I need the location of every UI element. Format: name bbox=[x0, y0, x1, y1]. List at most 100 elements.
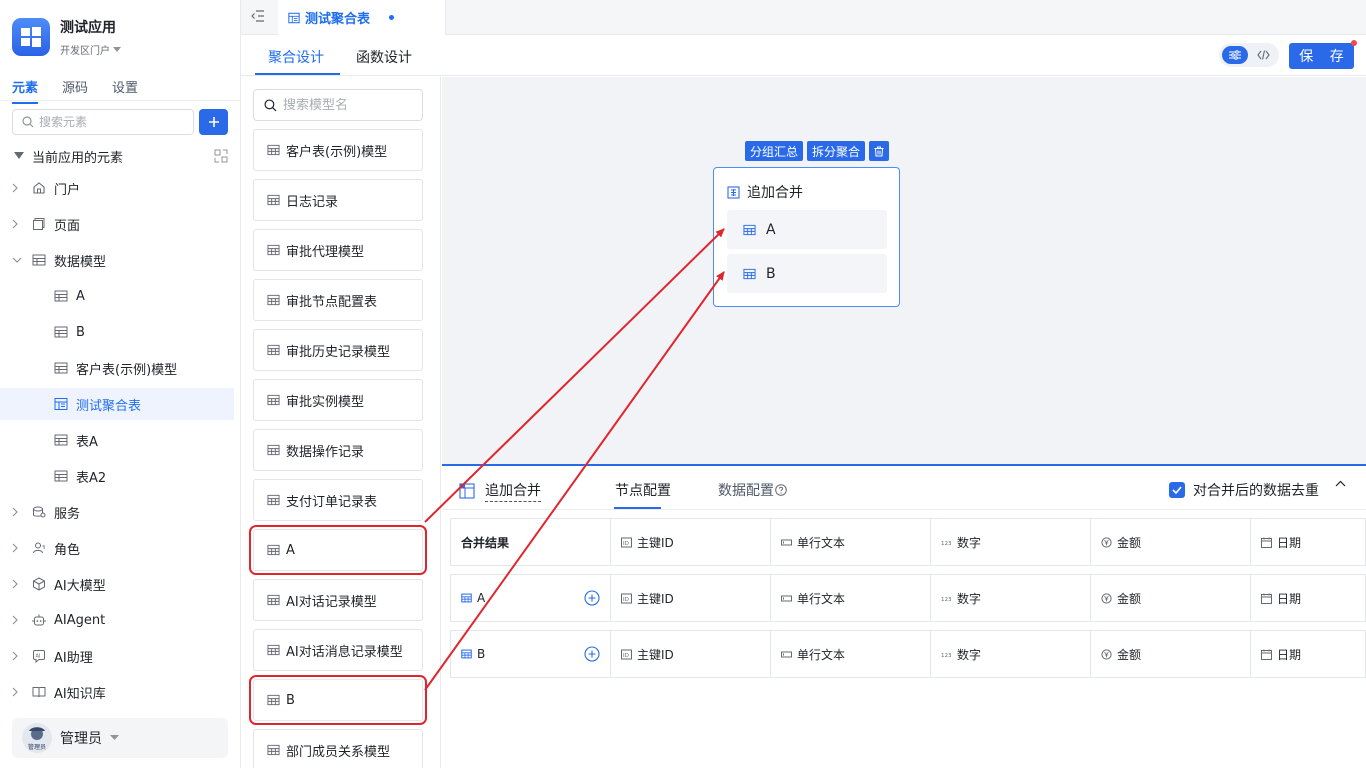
model-card[interactable]: 数据操作记录 bbox=[253, 429, 423, 471]
append-merge-node[interactable]: 追加合并 A B bbox=[713, 167, 900, 307]
model-list-panel: 客户表(示例)模型日志记录审批代理模型审批节点配置表审批历史记录模型审批实例模型… bbox=[241, 77, 441, 768]
svg-text:123: 123 bbox=[941, 597, 952, 603]
table-icon bbox=[267, 694, 280, 706]
field-cell[interactable]: 单行文本 bbox=[771, 631, 931, 677]
sidebar-item-label: 角色 bbox=[54, 542, 81, 558]
split-aggregate-button[interactable]: 拆分聚合 bbox=[807, 141, 866, 161]
field-cell[interactable]: 123 数字 bbox=[931, 575, 1091, 621]
group-summary-button[interactable]: 分组汇总 bbox=[745, 141, 804, 161]
row-label: 合并结果 bbox=[461, 535, 510, 550]
row-label: A bbox=[477, 591, 486, 605]
field-cell[interactable]: ID 主键ID bbox=[611, 519, 771, 565]
table-icon bbox=[461, 649, 472, 659]
sidebar-item-ai-knowledge[interactable]: AI知识库 bbox=[12, 676, 234, 708]
field-cell[interactable]: 金额 bbox=[1091, 519, 1251, 565]
sidebar-item-table-a[interactable]: 表A bbox=[12, 424, 234, 456]
model-card-label: AI对话记录模型 bbox=[286, 594, 377, 610]
model-search-input[interactable] bbox=[283, 97, 413, 113]
delete-node-button[interactable] bbox=[869, 141, 890, 161]
source-b-row: B ID 主键ID 单行文本 123 数字 金额 日期 bbox=[450, 630, 1366, 678]
config-title-label[interactable]: 追加合并 bbox=[485, 480, 541, 502]
sidebar-item-data-models[interactable]: 数据模型 bbox=[12, 244, 234, 276]
field-cell[interactable]: 单行文本 bbox=[771, 519, 931, 565]
sidebar-item-ai-agent[interactable]: AIAgent bbox=[12, 604, 234, 636]
current-app-elements-section[interactable]: 当前应用的元素 bbox=[14, 146, 228, 166]
sidebar-item-model-b[interactable]: B bbox=[12, 316, 234, 348]
chevron-right-icon bbox=[12, 687, 22, 697]
aggregate-table-icon bbox=[288, 12, 300, 24]
help-icon[interactable] bbox=[775, 484, 787, 496]
tab-elements[interactable]: 元素 bbox=[12, 77, 39, 104]
collapse-sidebar-icon[interactable] bbox=[251, 10, 265, 22]
sidebar-item-model-a[interactable]: A bbox=[12, 280, 234, 312]
sidebar-item-portal[interactable]: 门户 bbox=[12, 172, 234, 204]
field-cell[interactable]: 日期 bbox=[1251, 575, 1366, 621]
sidebar-item-ai-models[interactable]: AI大模型 bbox=[12, 568, 234, 600]
model-card[interactable]: A bbox=[249, 525, 427, 575]
model-card-label: 客户表(示例)模型 bbox=[286, 144, 388, 160]
currency-icon bbox=[1101, 536, 1112, 548]
model-card[interactable]: AI对话消息记录模型 bbox=[253, 629, 423, 671]
sidebar-item-test-aggregate[interactable]: 测试聚合表 bbox=[0, 388, 234, 420]
sidebar-item-pages[interactable]: 页面 bbox=[12, 208, 234, 240]
search-icon bbox=[264, 98, 277, 112]
field-cell[interactable]: 金额 bbox=[1091, 575, 1251, 621]
field-cell[interactable]: 123 数字 bbox=[931, 519, 1091, 565]
field-cell[interactable]: 123 数字 bbox=[931, 631, 1091, 677]
model-card-label: A bbox=[286, 542, 295, 558]
field-cell[interactable]: ID 主键ID bbox=[611, 631, 771, 677]
sidebar-item-roles[interactable]: 角色 bbox=[12, 532, 234, 564]
tab-function-design[interactable]: 函数设计 bbox=[356, 47, 412, 67]
model-card-label: 审批节点配置表 bbox=[286, 294, 378, 310]
chevron-right-icon bbox=[12, 219, 22, 229]
chevron-right-icon bbox=[12, 183, 22, 193]
model-card[interactable]: 审批代理模型 bbox=[253, 229, 423, 271]
sidebar-item-services[interactable]: 服务 bbox=[12, 496, 234, 528]
layout-toggle-icon[interactable] bbox=[214, 149, 228, 163]
model-card[interactable]: 部门成员关系模型 bbox=[253, 729, 423, 768]
field-cell[interactable]: 日期 bbox=[1251, 631, 1366, 677]
model-card[interactable]: 审批节点配置表 bbox=[253, 279, 423, 321]
field-label: 日期 bbox=[1277, 591, 1302, 606]
model-card[interactable]: 审批历史记录模型 bbox=[253, 329, 423, 371]
add-field-icon[interactable] bbox=[584, 590, 600, 606]
node-source-b[interactable]: B bbox=[727, 254, 887, 293]
design-canvas[interactable]: 分组汇总 拆分聚合 追加合并 A B bbox=[442, 77, 1366, 464]
element-search-input[interactable] bbox=[39, 115, 179, 129]
field-cell[interactable]: ID 主键ID bbox=[611, 575, 771, 621]
currency-icon bbox=[1101, 648, 1112, 660]
dedupe-checkbox[interactable]: 对合并后的数据去重 bbox=[1169, 480, 1319, 500]
field-cell[interactable]: 金额 bbox=[1091, 631, 1251, 677]
node-source-a[interactable]: A bbox=[727, 210, 887, 249]
tab-data-config[interactable]: 数据配置 bbox=[718, 480, 787, 500]
document-tab-bar: 测试聚合表 bbox=[241, 0, 1366, 35]
table-icon bbox=[267, 644, 280, 656]
tab-node-config[interactable]: 节点配置 bbox=[615, 480, 671, 500]
user-menu[interactable]: 管理员 管理员 bbox=[12, 718, 228, 758]
add-element-button[interactable] bbox=[199, 109, 228, 135]
model-card[interactable]: AI对话记录模型 bbox=[253, 579, 423, 621]
sidebar-item-table-a2[interactable]: 表A2 bbox=[12, 460, 234, 492]
code-icon[interactable] bbox=[1250, 46, 1276, 64]
tab-aggregate-design[interactable]: 聚合设计 bbox=[268, 47, 324, 67]
sidebar-item-label: 表A bbox=[76, 434, 98, 450]
settings-sliders-icon[interactable] bbox=[1222, 46, 1248, 64]
field-cell[interactable]: 日期 bbox=[1251, 519, 1366, 565]
tab-settings[interactable]: 设置 bbox=[112, 77, 138, 102]
tab-source[interactable]: 源码 bbox=[62, 77, 88, 102]
model-card[interactable]: 日志记录 bbox=[253, 179, 423, 221]
add-field-icon[interactable] bbox=[584, 646, 600, 662]
model-card[interactable]: 审批实例模型 bbox=[253, 379, 423, 421]
save-button[interactable]: 保 存 bbox=[1289, 43, 1354, 69]
field-cell[interactable]: 单行文本 bbox=[771, 575, 931, 621]
sidebar-item-ai-assistant[interactable]: AI AI助理 bbox=[12, 640, 234, 672]
field-label: 数字 bbox=[957, 535, 982, 550]
model-card[interactable]: 客户表(示例)模型 bbox=[253, 129, 423, 171]
model-card[interactable]: 支付订单记录表 bbox=[253, 479, 423, 521]
tab-test-aggregate[interactable]: 测试聚合表 bbox=[278, 0, 446, 35]
sidebar-item-customer-model[interactable]: 客户表(示例)模型 bbox=[12, 352, 234, 384]
portal-selector[interactable]: 开发区门户 bbox=[60, 42, 121, 57]
text-field-icon bbox=[781, 649, 792, 660]
model-card[interactable]: B bbox=[249, 675, 427, 725]
chevron-up-icon[interactable] bbox=[1335, 480, 1346, 487]
